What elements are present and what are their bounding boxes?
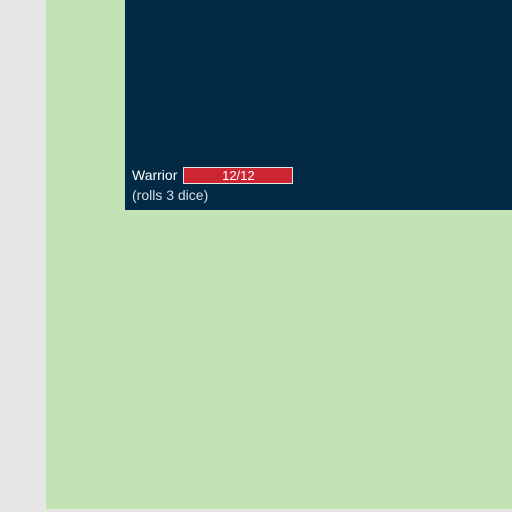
game-screen: Warrior 12/12 (rolls 3 dice) [0, 0, 512, 512]
hero-dice-note: (rolls 3 dice) [132, 187, 209, 203]
hero-status-row: Warrior 12/12 [132, 166, 294, 185]
hero-name: Warrior [132, 167, 178, 183]
health-bar: 12/12 [183, 167, 294, 184]
hero-status: Warrior 12/12 (rolls 3 dice) [132, 166, 294, 204]
health-text: 12/12 [222, 168, 255, 183]
